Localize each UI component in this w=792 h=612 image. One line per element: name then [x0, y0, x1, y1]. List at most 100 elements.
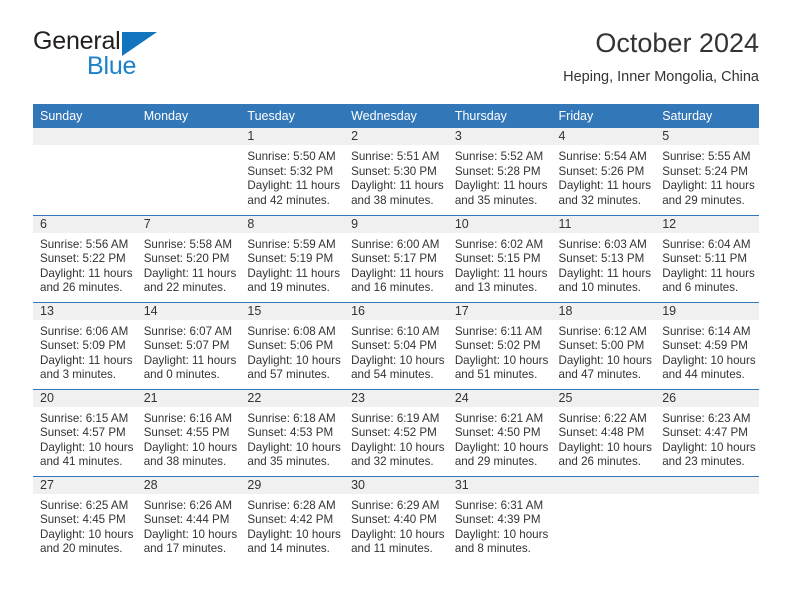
day-cell[interactable]: 21 Sunrise: 6:16 AM Sunset: 4:55 PM Dayligh…: [136, 388, 241, 476]
day-details: Sunrise: 6:28 AM Sunset: 4:42 PM Daylight:…: [240, 494, 344, 557]
day-cell[interactable]: 8 Sunrise: 5:59 AM Sunset: 5:19 PM Daylight…: [240, 214, 345, 302]
day-number: 17: [447, 302, 552, 320]
day-cell[interactable]: 2 Sunrise: 5:51 AM Sunset: 5:30 PM Daylight…: [344, 128, 448, 215]
day-cell[interactable]: 25 Sunrise: 6:22 AM Sunset: 4:48 PM Dayligh…: [551, 388, 656, 476]
sunrise-text: Sunrise: 6:08 AM: [247, 324, 336, 338]
sunrise-text: Sunrise: 6:28 AM: [247, 498, 336, 512]
weekday-header-tuesday: Tuesday: [240, 104, 345, 128]
day-cell[interactable]: 9 Sunrise: 6:00 AM Sunset: 5:17 PM Daylight…: [344, 214, 448, 302]
day-number: 12: [655, 215, 759, 233]
day-number: 24: [447, 389, 552, 407]
sunrise-text: Sunrise: 6:31 AM: [454, 498, 544, 512]
day-cell[interactable]: 1 Sunrise: 5:50 AM Sunset: 5:32 PM Daylight…: [240, 128, 345, 215]
day-details: Sunrise: 5:58 AM Sunset: 5:20 PM Daylight:…: [137, 233, 241, 296]
day-cell[interactable]: 10 Sunrise: 6:02 AM Sunset: 5:15 PM Dayligh…: [447, 214, 552, 302]
daylight-text-line1: Daylight: 10 hours: [454, 527, 549, 541]
daylight-text-line1: Daylight: 11 hours: [40, 353, 133, 367]
daylight-text-line1: Daylight: 11 hours: [662, 266, 755, 280]
calendar-page: General Blue October 2024 Heping, Inner …: [0, 0, 792, 612]
day-cell[interactable]: 7 Sunrise: 5:58 AM Sunset: 5:20 PM Daylight…: [136, 214, 241, 302]
weekday-header-saturday: Saturday: [655, 104, 759, 128]
daylight-text-line1: Daylight: 11 hours: [247, 266, 340, 280]
daylight-text-line1: Daylight: 10 hours: [351, 440, 445, 454]
day-number: 14: [136, 302, 241, 320]
weekday-header-wednesday: Wednesday: [344, 104, 448, 128]
calendar-week-row: 20 Sunrise: 6:15 AM Sunset: 4:57 PM Dayligh…: [33, 388, 759, 476]
weekday-header-row: Sunday Monday Tuesday Wednesday Thursday Frid…: [33, 104, 759, 128]
day-number: 21: [136, 389, 241, 407]
sunset-text: Sunset: 5:13 PM: [558, 252, 645, 266]
sunrise-text: Sunrise: 5:58 AM: [143, 237, 232, 251]
day-cell[interactable]: 20 Sunrise: 6:15 AM Sunset: 4:57 PM Dayligh…: [33, 388, 137, 476]
sunset-text: Sunset: 5:11 PM: [662, 252, 748, 266]
day-cell[interactable]: 5 Sunrise: 5:55 AM Sunset: 5:24 PM Daylight…: [655, 128, 759, 215]
day-cell[interactable]: 28 Sunrise: 6:26 AM Sunset: 4:44 PM Dayligh…: [136, 475, 241, 563]
day-details: Sunrise: 6:03 AM Sunset: 5:13 PM Daylight:…: [552, 233, 656, 296]
day-details: Sunrise: 6:10 AM Sunset: 5:04 PM Daylight:…: [344, 320, 448, 383]
day-cell[interactable]: 3 Sunrise: 5:52 AM Sunset: 5:28 PM Daylight…: [447, 128, 552, 215]
day-cell[interactable]: 23 Sunrise: 6:19 AM Sunset: 4:52 PM Dayligh…: [344, 388, 448, 476]
day-cell[interactable]: 16 Sunrise: 6:10 AM Sunset: 5:04 PM Dayligh…: [344, 301, 448, 389]
day-details: Sunrise: 6:19 AM Sunset: 4:52 PM Daylight:…: [344, 407, 448, 470]
day-cell[interactable]: 17 Sunrise: 6:11 AM Sunset: 5:02 PM Dayligh…: [447, 301, 552, 389]
day-cell-empty: [551, 475, 656, 563]
sunset-text: Sunset: 5:15 PM: [454, 252, 541, 266]
calendar-week-row: 1 Sunrise: 5:50 AM Sunset: 5:32 PM Daylight…: [33, 128, 759, 215]
day-cell[interactable]: 31 Sunrise: 6:31 AM Sunset: 4:39 PM Dayligh…: [447, 475, 552, 563]
logo-text-blue: Blue: [87, 52, 137, 80]
daylight-text-line2: and 8 minutes.: [454, 542, 531, 556]
day-cell[interactable]: 29 Sunrise: 6:28 AM Sunset: 4:42 PM Dayligh…: [240, 475, 345, 563]
day-number: 22: [240, 389, 345, 407]
generalblue-logo[interactable]: General Blue: [33, 26, 273, 88]
day-cell[interactable]: 4 Sunrise: 5:54 AM Sunset: 5:26 PM Daylight…: [551, 128, 656, 215]
day-cell-empty: [33, 128, 137, 215]
day-cell[interactable]: 11 Sunrise: 6:03 AM Sunset: 5:13 PM Dayligh…: [551, 214, 656, 302]
day-cell[interactable]: 26 Sunrise: 6:23 AM Sunset: 4:47 PM Dayligh…: [655, 388, 759, 476]
day-number: 2: [344, 128, 448, 145]
daylight-text-line2: and 10 minutes.: [558, 281, 642, 295]
daylight-text-line1: Daylight: 10 hours: [247, 353, 341, 367]
sunrise-sunset-calendar: Sunday Monday Tuesday Wednesday Thursday Frid…: [33, 104, 759, 563]
day-details: Sunrise: 6:11 AM Sunset: 5:02 PM Daylight:…: [448, 320, 552, 383]
daylight-text-line2: and 42 minutes.: [247, 193, 330, 207]
day-details: Sunrise: 6:02 AM Sunset: 5:15 PM Daylight:…: [448, 233, 552, 296]
sunset-text: Sunset: 5:20 PM: [143, 252, 230, 266]
day-details: Sunrise: 6:14 AM Sunset: 4:59 PM Daylight:…: [655, 320, 759, 383]
day-cell[interactable]: 18 Sunrise: 6:12 AM Sunset: 5:00 PM Dayligh…: [551, 301, 656, 389]
day-cell-empty: [655, 475, 759, 563]
daylight-text-line2: and 19 minutes.: [247, 281, 330, 295]
day-cell[interactable]: 27 Sunrise: 6:25 AM Sunset: 4:45 PM Dayligh…: [33, 475, 137, 563]
day-cell[interactable]: 19 Sunrise: 6:14 AM Sunset: 4:59 PM Dayligh…: [655, 301, 759, 389]
sunrise-text: Sunrise: 5:55 AM: [662, 150, 751, 163]
day-cell[interactable]: 13 Sunrise: 6:06 AM Sunset: 5:09 PM Dayligh…: [33, 301, 137, 389]
daylight-text-line1: Daylight: 11 hours: [558, 179, 652, 193]
day-cell[interactable]: 15 Sunrise: 6:08 AM Sunset: 5:06 PM Dayligh…: [240, 301, 345, 389]
day-number: 6: [33, 215, 137, 233]
sunset-text: Sunset: 4:44 PM: [143, 513, 230, 527]
day-cell[interactable]: 14 Sunrise: 6:07 AM Sunset: 5:07 PM Dayligh…: [136, 301, 241, 389]
day-details: Sunrise: 6:21 AM Sunset: 4:50 PM Daylight:…: [448, 407, 552, 470]
day-cell[interactable]: 22 Sunrise: 6:18 AM Sunset: 4:53 PM Dayligh…: [240, 388, 345, 476]
day-number: 31: [447, 476, 552, 494]
day-cell[interactable]: 12 Sunrise: 6:04 AM Sunset: 5:11 PM Dayligh…: [655, 214, 759, 302]
sunset-text: Sunset: 5:09 PM: [40, 339, 126, 353]
sunrise-text: Sunrise: 5:59 AM: [247, 237, 336, 251]
day-details: Sunrise: 6:22 AM Sunset: 4:48 PM Daylight:…: [552, 407, 656, 470]
day-details: Sunrise: 5:55 AM Sunset: 5:24 PM Daylight:…: [655, 145, 759, 208]
day-cell[interactable]: 24 Sunrise: 6:21 AM Sunset: 4:50 PM Dayligh…: [447, 388, 552, 476]
sunset-text: Sunset: 4:52 PM: [351, 426, 437, 440]
day-cell[interactable]: 6 Sunrise: 5:56 AM Sunset: 5:22 PM Daylight…: [33, 214, 137, 302]
logo-text-general: General: [33, 27, 121, 55]
day-number: 29: [240, 476, 345, 494]
day-number: 23: [344, 389, 448, 407]
sunrise-text: Sunrise: 6:19 AM: [351, 411, 440, 425]
daylight-text-line2: and 44 minutes.: [662, 368, 745, 382]
day-cell[interactable]: 30 Sunrise: 6:29 AM Sunset: 4:40 PM Dayligh…: [344, 475, 448, 563]
daylight-text-line2: and 35 minutes.: [454, 193, 538, 207]
day-number: [136, 128, 241, 145]
weekday-header-sunday: Sunday: [33, 104, 137, 128]
day-number: 27: [33, 476, 137, 494]
day-number: [33, 128, 137, 145]
sunrise-text: Sunrise: 6:26 AM: [143, 498, 232, 512]
daylight-text-line1: Daylight: 11 hours: [143, 353, 237, 367]
